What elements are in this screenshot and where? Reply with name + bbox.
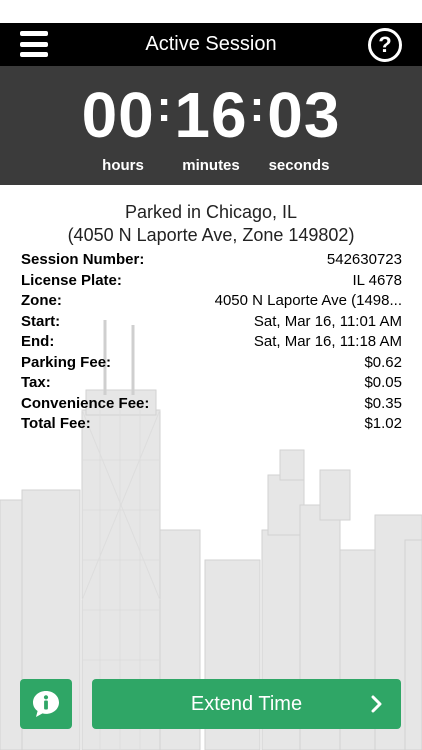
chevron-right-icon [371,695,382,713]
timer-separator: : [249,82,266,131]
detail-row: License Plate: IL 4678 [21,271,402,292]
detail-row: Session Number: 542630723 [21,250,402,271]
detail-value: $0.35 [364,394,402,412]
timer-panel: 00 : 16 : 03 hours minutes seconds [0,66,422,185]
help-icon[interactable]: ? [368,28,402,62]
detail-label: Session Number: [21,251,145,268]
status-bar [0,0,422,23]
detail-label: Tax: [21,374,51,391]
detail-row: End: Sat, Mar 16, 11:18 AM [21,332,402,353]
detail-row: Parking Fee: $0.62 [21,353,402,374]
timer-hours: 00 [81,79,155,151]
location-city: Parked in Chicago, IL [124,202,298,222]
detail-value: 4050 N Laporte Ave (1498... [214,292,402,309]
detail-label: Parking Fee: [21,353,112,371]
detail-label: Zone: [21,292,62,309]
timer-separator: : [156,82,173,131]
detail-label: Total Fee: [21,415,91,432]
detail-value: $1.02 [364,415,402,432]
timer-minutes: 16 [174,79,248,151]
hours-label: hours [102,157,144,174]
detail-value: IL 4678 [352,271,403,289]
seconds-label: seconds [268,157,330,174]
detail-row: Zone: 4050 N Laporte Ave (1498... [21,291,402,312]
page-title: Active Session [145,33,277,55]
detail-value: Sat, Mar 16, 11:18 AM [253,333,402,350]
detail-row: Start: Sat, Mar 16, 11:01 AM [21,312,402,333]
detail-label: Convenience Fee: [21,394,150,412]
detail-row: Tax: $0.05 [21,373,402,394]
timer-seconds: 03 [267,79,341,151]
extend-time-label: Extend Time [190,693,303,715]
extend-time-button[interactable]: Extend Time [92,679,401,729]
timer-display: 00 : 16 : 03 [0,79,422,151]
session-details: Session Number: 542630723 License Plate: I… [21,250,402,435]
detail-value: 542630723 [326,251,402,268]
location-zone: (4050 N Laporte Ave, Zone 149802) [67,225,355,245]
detail-row: Total Fee: $1.02 [21,414,402,435]
nav-bar: Active Session ? [0,23,422,66]
detail-label: End: [21,333,55,350]
info-button[interactable] [20,679,72,729]
minutes-label: minutes [182,157,240,174]
info-chat-icon [33,691,59,717]
detail-label: Start: [21,312,61,330]
detail-value: Sat, Mar 16, 11:01 AM [253,312,402,330]
detail-label: License Plate: [21,271,122,289]
detail-value: $0.62 [364,353,402,371]
detail-value: $0.05 [364,374,402,391]
parking-location: Parked in Chicago, IL (4050 N Laporte Av… [0,201,422,247]
timer-labels: hours minutes seconds [0,157,422,177]
detail-row: Convenience Fee: $0.35 [21,394,402,415]
